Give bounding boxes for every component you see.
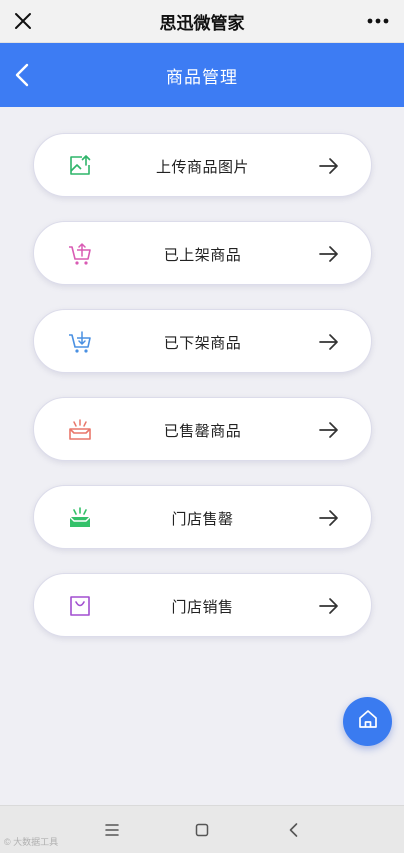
app-title: 思迅微管家: [159, 13, 245, 33]
system-nav-bar: © 大数据工具: [0, 805, 404, 853]
menu-button-sold-out-products[interactable]: 已售罄商品: [33, 397, 372, 461]
menu-label: 已上架商品: [163, 246, 242, 264]
home-button[interactable]: [343, 697, 392, 746]
arrow-right-icon: [317, 419, 341, 441]
menu-label: 上传商品图片: [155, 158, 249, 176]
menu-button-listed-products[interactable]: 已上架商品: [33, 221, 372, 285]
menu-button-delisted-products[interactable]: 已下架商品: [33, 309, 372, 373]
shopping-bag-icon: [67, 593, 93, 619]
menu-label: 门店售罄: [171, 510, 234, 528]
sold-out-tray-icon: [67, 417, 93, 443]
cart-down-icon: [67, 329, 93, 355]
menu-button-upload-images[interactable]: 上传商品图片: [33, 133, 372, 197]
menu-button-store-sold-out[interactable]: 门店售罄: [33, 485, 372, 549]
menu-label: 门店销售: [171, 598, 234, 616]
menu-lines-icon[interactable]: [102, 820, 122, 840]
menu-label: 已售罄商品: [163, 422, 242, 440]
watermark: © 大数据工具: [4, 837, 59, 847]
home-icon: [356, 707, 380, 736]
store-sold-out-icon: [67, 505, 93, 531]
page-header: 商品管理: [0, 43, 404, 107]
menu-button-store-sales[interactable]: 门店销售: [33, 573, 372, 637]
arrow-right-icon: [317, 331, 341, 353]
back-chevron-icon[interactable]: [284, 820, 304, 840]
page-title: 商品管理: [166, 67, 238, 87]
top-bar: 思迅微管家: [0, 0, 404, 43]
image-upload-icon: [67, 153, 93, 179]
back-arrow-icon[interactable]: [8, 60, 38, 90]
more-options-icon[interactable]: [364, 8, 392, 34]
cart-up-icon: [67, 241, 93, 267]
arrow-right-icon: [317, 243, 341, 265]
arrow-right-icon: [317, 507, 341, 529]
close-icon[interactable]: [10, 8, 36, 34]
arrow-right-icon: [317, 595, 341, 617]
arrow-right-icon: [317, 155, 341, 177]
home-square-icon[interactable]: [192, 820, 212, 840]
menu-label: 已下架商品: [163, 334, 242, 352]
